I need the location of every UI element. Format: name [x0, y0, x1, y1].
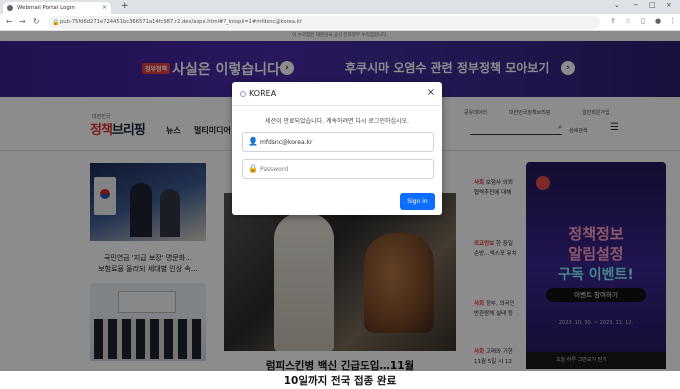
new-tab-button[interactable]: + — [121, 1, 129, 11]
password-input[interactable] — [260, 162, 430, 177]
login-modal: KOREA × 세션이 만료되었습니다. 계속하려면 다시 로그인하십시오. 👤… — [232, 82, 442, 215]
maximize-button[interactable]: □ — [649, 1, 656, 9]
reload-button[interactable]: ↻ — [33, 17, 40, 26]
chevron-down-icon[interactable]: ⌄ — [614, 1, 620, 9]
sign-in-button[interactable]: Sign in — [400, 193, 435, 210]
share-icon[interactable]: ⇪ — [610, 17, 616, 25]
browser-tab-bar: Webmail Portal Login × + ⌄ − □ × — [0, 0, 680, 14]
minimize-button[interactable]: − — [633, 1, 639, 9]
star-icon[interactable]: ☆ — [625, 17, 631, 25]
sidebar-icon[interactable]: ▯ — [641, 17, 645, 25]
globe-icon — [7, 5, 13, 11]
session-expired-message: 세션이 만료되었습니다. 계속하려면 다시 로그인하십시오. — [265, 118, 409, 125]
user-icon: 👤 — [248, 137, 258, 146]
url-input[interactable]: 🔒 pub-75fd6d271e724451bc366571a14fc987.r… — [48, 16, 600, 29]
url-text: pub-75fd6d271e724451bc366571a14fc987.r2.… — [60, 19, 302, 25]
window-close-button[interactable]: × — [666, 1, 672, 9]
modal-title: KOREA — [249, 89, 277, 98]
email-field[interactable]: 👤 — [242, 132, 434, 152]
password-field[interactable]: 🔒 — [242, 159, 434, 179]
address-bar-row: ← → ↻ 🔒 pub-75fd6d271e724451bc366571a14f… — [0, 14, 680, 31]
tab-close-icon[interactable]: × — [102, 2, 107, 14]
email-input[interactable] — [260, 135, 430, 150]
browser-tab[interactable]: Webmail Portal Login × — [3, 2, 111, 14]
menu-icon[interactable]: ⋮ — [669, 17, 676, 25]
close-icon[interactable]: × — [427, 87, 435, 98]
modal-header: KOREA × — [232, 82, 442, 106]
forward-button[interactable]: → — [19, 17, 26, 26]
korea-logo-icon — [240, 91, 246, 97]
lock-icon: 🔒 — [52, 19, 60, 26]
back-button[interactable]: ← — [6, 17, 13, 26]
tab-title: Webmail Portal Login — [17, 5, 75, 11]
profile-icon[interactable]: ● — [655, 17, 661, 25]
lock-icon: 🔒 — [248, 164, 258, 173]
